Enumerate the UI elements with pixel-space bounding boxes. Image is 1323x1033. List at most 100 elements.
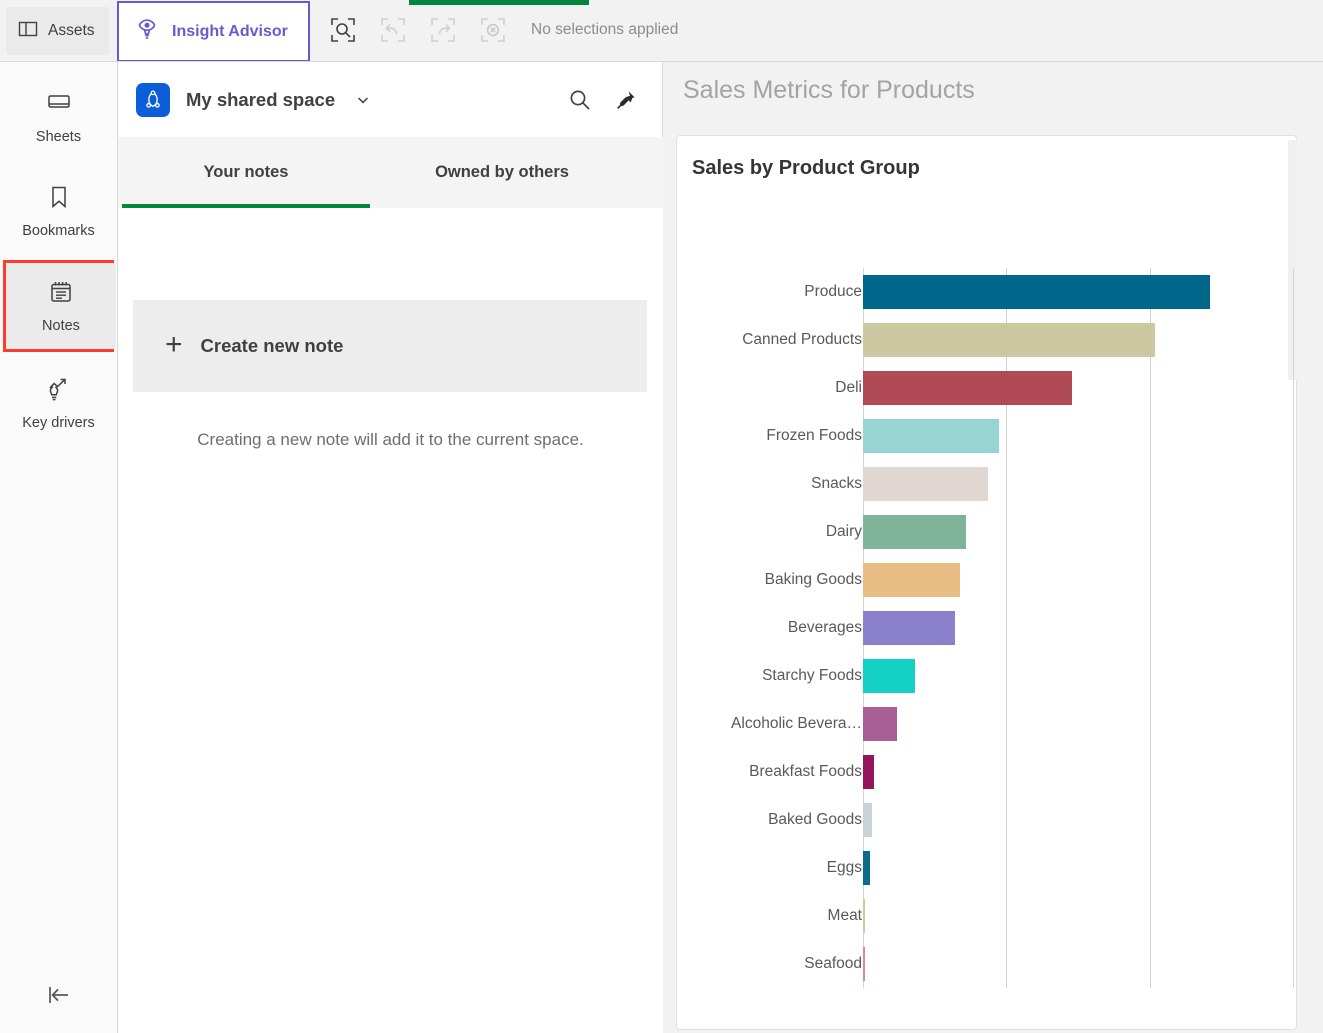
chart-bar-container bbox=[863, 796, 1293, 844]
space-selector-button[interactable] bbox=[355, 92, 371, 108]
sidebar-item-key-drivers-label: Key drivers bbox=[22, 414, 95, 431]
chevron-down-icon bbox=[358, 96, 369, 103]
chart-bar-container bbox=[863, 508, 1293, 556]
tab-owned-by-others[interactable]: Owned by others bbox=[374, 137, 630, 208]
chart-bar-container bbox=[863, 412, 1293, 460]
chart-bar[interactable] bbox=[863, 275, 1210, 309]
clear-selections-button[interactable] bbox=[475, 12, 511, 48]
assets-tab[interactable]: Assets bbox=[6, 7, 109, 55]
selection-search-icon bbox=[331, 18, 355, 42]
chart-bar-row[interactable]: Baked Goods bbox=[677, 796, 1298, 844]
redo-icon bbox=[431, 18, 455, 42]
chart-bar-container bbox=[863, 268, 1293, 316]
chart-bar-row[interactable]: Frozen Foods bbox=[677, 412, 1298, 460]
chart-card[interactable]: Sales by Product Group Produce Canned Pro… bbox=[676, 135, 1297, 1030]
sidebar-item-notes[interactable]: Notes bbox=[6, 263, 116, 349]
chart-bar[interactable] bbox=[863, 803, 872, 837]
pin-panel-button[interactable] bbox=[615, 89, 637, 111]
chart-category-label: Starchy Foods bbox=[762, 667, 862, 684]
redo-button[interactable] bbox=[425, 12, 461, 48]
undo-button[interactable] bbox=[375, 12, 411, 48]
plus-icon: + bbox=[165, 327, 183, 361]
chart-bar[interactable] bbox=[863, 707, 898, 741]
chart-bar-row[interactable]: Breakfast Foods bbox=[677, 748, 1298, 796]
panel-layout-icon bbox=[17, 18, 39, 45]
chart-bar[interactable] bbox=[863, 947, 865, 981]
chart-bar[interactable] bbox=[863, 323, 1156, 357]
chart-category-label: Breakfast Foods bbox=[749, 763, 862, 780]
chart-category-label: Seafood bbox=[804, 955, 862, 972]
selections-status-text: No selections applied bbox=[531, 21, 679, 38]
chart-bar[interactable] bbox=[863, 467, 988, 501]
chart-bar[interactable] bbox=[863, 563, 961, 597]
assets-tab-label: Assets bbox=[48, 22, 95, 39]
chart-category-label: Baked Goods bbox=[768, 811, 862, 828]
chart-category-label: Canned Products bbox=[742, 331, 862, 348]
sidebar-item-bookmarks[interactable]: Bookmarks bbox=[4, 168, 114, 254]
chart-bar-row[interactable]: Baking Goods bbox=[677, 556, 1298, 604]
insight-advisor-tab-label: Insight Advisor bbox=[172, 22, 288, 40]
chart-bar[interactable] bbox=[863, 659, 915, 693]
chart-bar[interactable] bbox=[863, 419, 1000, 453]
create-new-note-button[interactable]: + Create new note bbox=[133, 300, 647, 392]
chart-category-label: Deli bbox=[835, 379, 862, 396]
chart-category-label: Meat bbox=[827, 907, 862, 924]
chart-bar-row[interactable]: Canned Products bbox=[677, 316, 1298, 364]
sidebar-item-sheets[interactable]: Sheets bbox=[4, 74, 114, 160]
chart-bar-row[interactable]: Eggs bbox=[677, 844, 1298, 892]
chart-bar-row[interactable]: Beverages bbox=[677, 604, 1298, 652]
clear-selections-icon bbox=[481, 18, 505, 42]
top-toolbar: Assets Insight Advisor No selections app… bbox=[0, 0, 1323, 62]
content-area: Sales Metrics for Products Sales by Prod… bbox=[663, 62, 1323, 1033]
page-title: Sales Metrics for Products bbox=[683, 76, 975, 104]
notes-empty-hint: Creating a new note will add it to the c… bbox=[197, 430, 584, 449]
notes-panel-body: + Create new note Creating a new note wi… bbox=[118, 208, 663, 1033]
chart-category-label: Alcoholic Bevera… bbox=[731, 715, 862, 732]
pin-icon bbox=[617, 90, 635, 109]
chart-bar[interactable] bbox=[863, 371, 1073, 405]
sidebar-item-notes-highlight: Notes bbox=[3, 260, 116, 352]
chart-bar-container bbox=[863, 316, 1293, 364]
chart-bar-row[interactable]: Deli bbox=[677, 364, 1298, 412]
chart-bar[interactable] bbox=[863, 515, 967, 549]
chart-bar-row[interactable]: Snacks bbox=[677, 460, 1298, 508]
chart-bar-container bbox=[863, 700, 1293, 748]
chart-bar[interactable] bbox=[863, 755, 875, 789]
chart-bar[interactable] bbox=[863, 851, 871, 885]
chart-bar-row[interactable]: Starchy Foods bbox=[677, 652, 1298, 700]
chart-bar[interactable] bbox=[863, 611, 955, 645]
chart-bars: Produce Canned Products Deli Frozen Foods Sn… bbox=[677, 268, 1298, 988]
chart-plot-area[interactable]: Produce Canned Products Deli Frozen Foods Sn… bbox=[677, 198, 1298, 1031]
tab-your-notes[interactable]: Your notes bbox=[118, 137, 374, 208]
active-sheet-accent-bar bbox=[409, 0, 589, 5]
chart-bar-container bbox=[863, 940, 1293, 988]
notes-tabs: Your notes Owned by others bbox=[118, 137, 663, 208]
chart-bar-row[interactable]: Produce bbox=[677, 268, 1298, 316]
insight-advisor-tab[interactable]: Insight Advisor bbox=[117, 1, 310, 62]
selection-search-button[interactable] bbox=[325, 12, 361, 48]
chart-bar-row[interactable]: Alcoholic Bevera… bbox=[677, 700, 1298, 748]
chart-bar-row[interactable]: Meat bbox=[677, 892, 1298, 940]
notes-panel: My shared space Your notes Owned by othe… bbox=[118, 62, 663, 1033]
chart-bar-row[interactable]: Seafood bbox=[677, 940, 1298, 988]
qlik-app-window: Assets Insight Advisor No selections app… bbox=[0, 0, 1323, 1033]
chart-bar-container bbox=[863, 748, 1293, 796]
chart-bar-container bbox=[863, 460, 1293, 508]
tab-owned-by-others-label: Owned by others bbox=[435, 163, 569, 181]
selection-toolbar bbox=[325, 12, 511, 48]
chart-bar-container bbox=[863, 556, 1293, 604]
sidebar-item-key-drivers[interactable]: Key drivers bbox=[4, 360, 114, 446]
search-notes-button[interactable] bbox=[567, 87, 593, 113]
tab-your-notes-label: Your notes bbox=[203, 163, 289, 181]
sheets-icon bbox=[46, 90, 72, 121]
chart-bar-row[interactable]: Dairy bbox=[677, 508, 1298, 556]
chart-bar[interactable] bbox=[863, 899, 865, 933]
shared-space-icon bbox=[136, 82, 170, 117]
key-drivers-icon bbox=[45, 376, 73, 407]
undo-icon bbox=[381, 18, 405, 42]
space-name-label: My shared space bbox=[186, 88, 336, 110]
chart-bar-container bbox=[863, 604, 1293, 652]
collapse-panel-button[interactable] bbox=[0, 971, 117, 1019]
chart-category-label: Eggs bbox=[826, 859, 862, 876]
chart-bar-container bbox=[863, 892, 1293, 940]
